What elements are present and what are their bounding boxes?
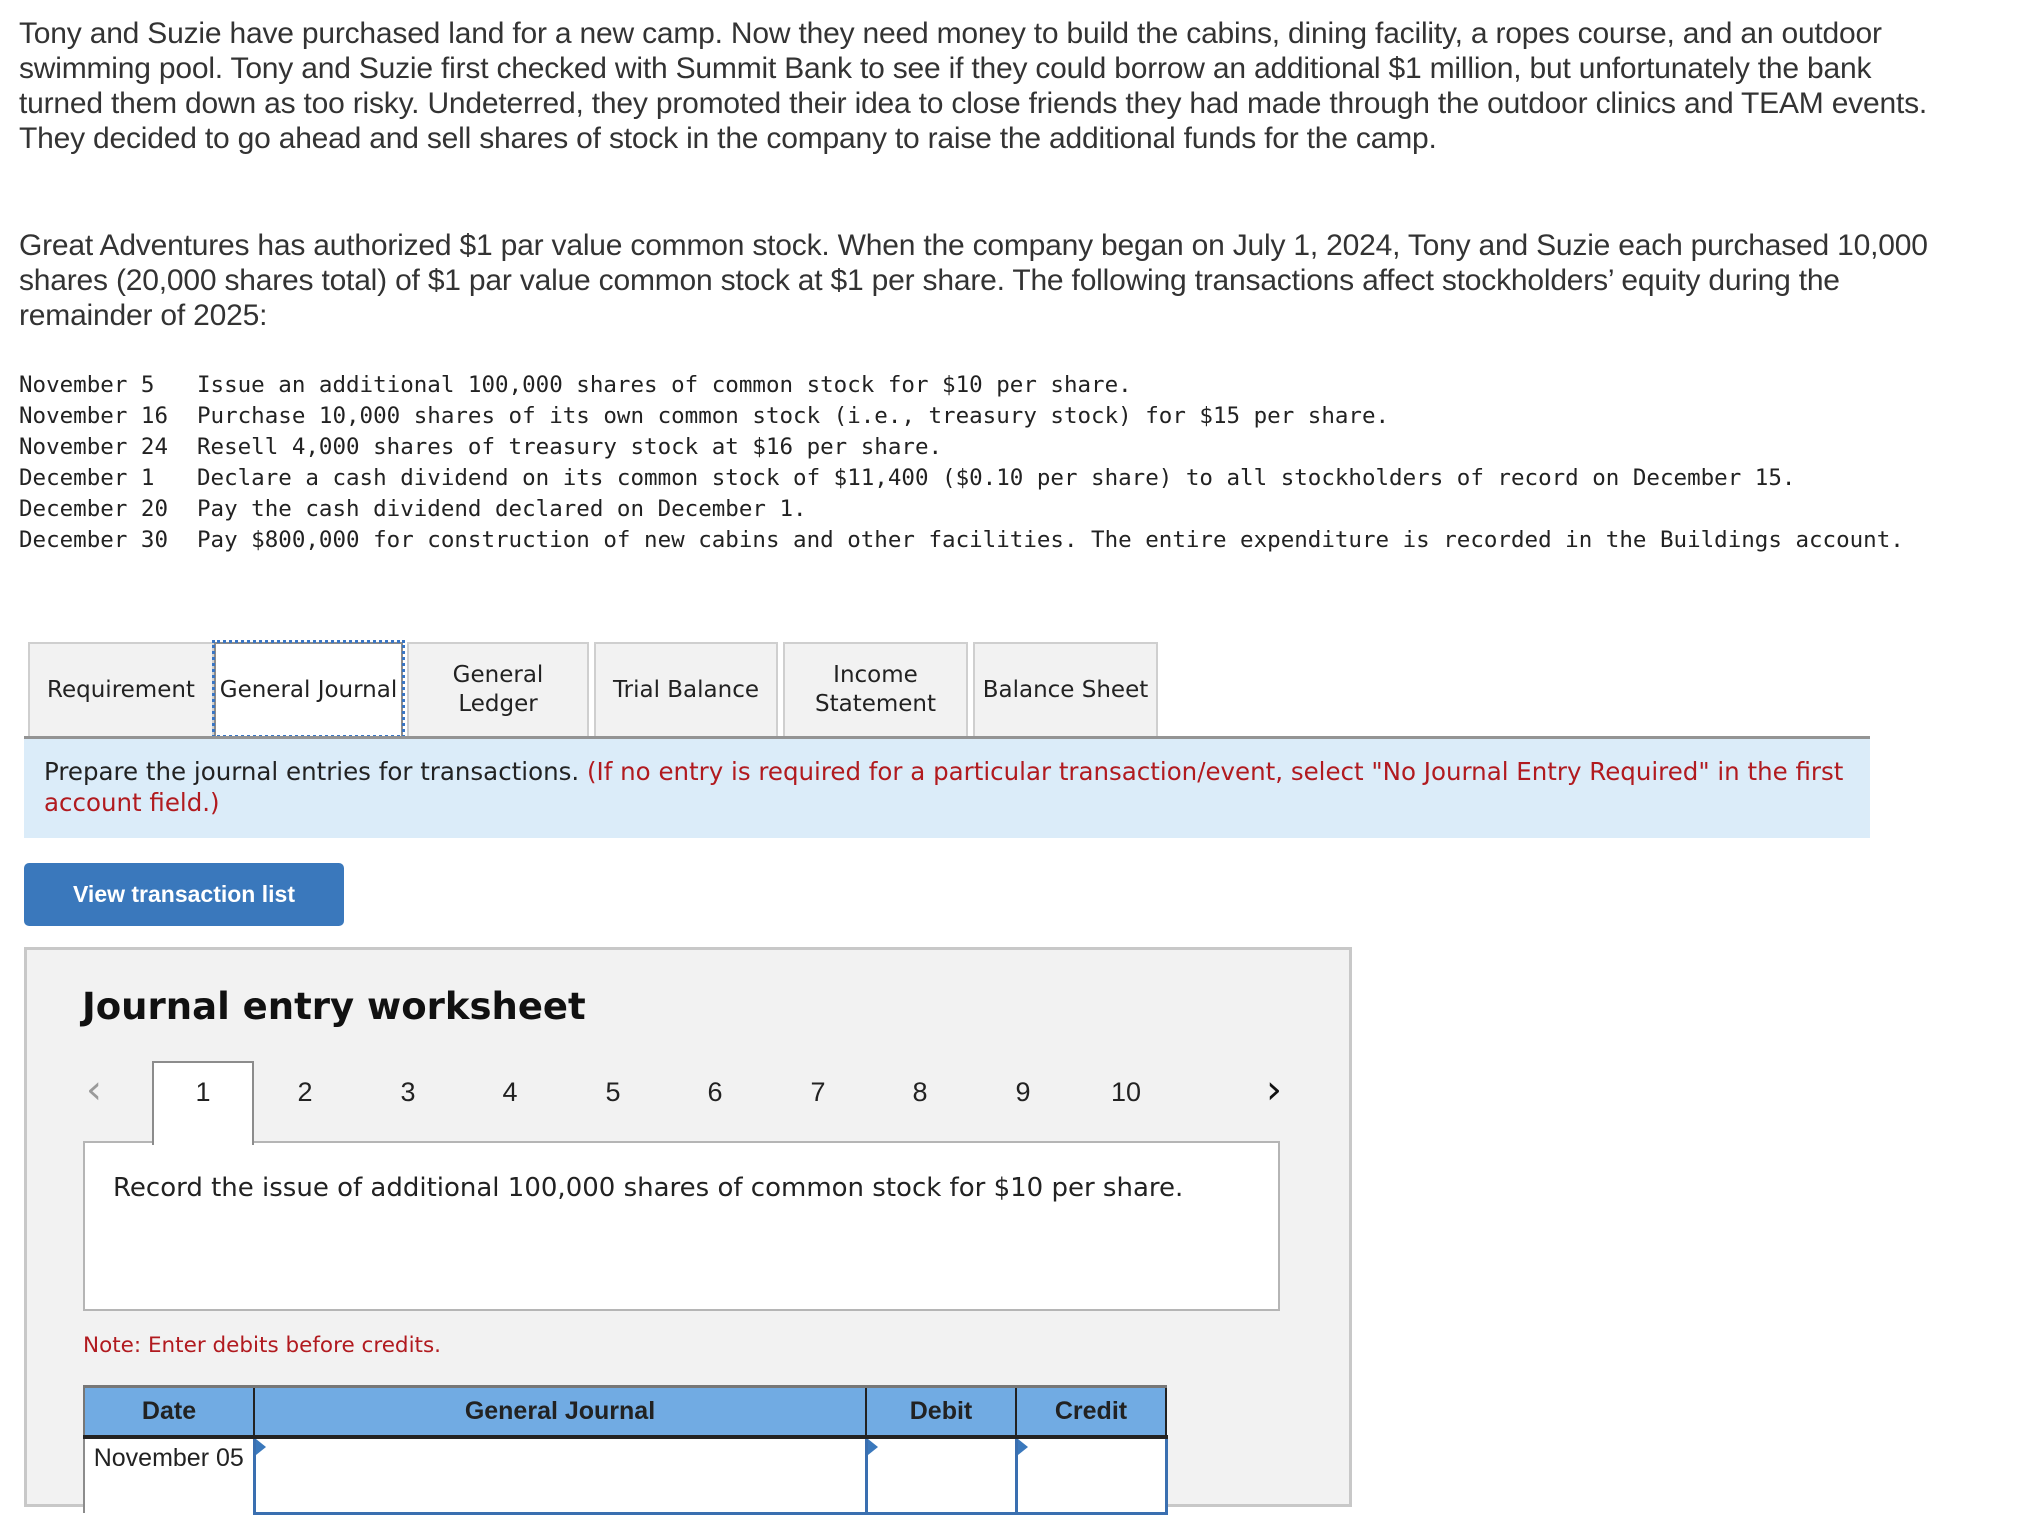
credit-input[interactable] xyxy=(1017,1439,1165,1512)
journal-header-row: Date General Journal Debit Credit xyxy=(83,1385,1167,1439)
tab-requirement[interactable]: Requirement xyxy=(28,642,214,736)
page-tab-7[interactable]: 7 xyxy=(788,1074,848,1110)
page-tab-5[interactable]: 5 xyxy=(583,1074,643,1110)
transaction-row: December 30 Pay $800,000 for constructio… xyxy=(19,525,1917,556)
page-tab-9[interactable]: 9 xyxy=(993,1074,1053,1110)
transaction-description: Pay the cash dividend declared on Decemb… xyxy=(197,496,807,522)
page-tab-1[interactable]: 1 xyxy=(173,1074,233,1110)
transaction-date: December 20 xyxy=(19,496,169,522)
page-tab-6[interactable]: 6 xyxy=(685,1074,745,1110)
transaction-description: Issue an additional 100,000 shares of co… xyxy=(197,372,1132,398)
transaction-date: December 1 xyxy=(19,465,155,491)
entry-date: November 05 xyxy=(83,1437,255,1513)
transaction-row: November 5 Issue an additional 100,000 s… xyxy=(19,370,1917,401)
transaction-row: November 16 Purchase 10,000 shares of it… xyxy=(19,401,1917,432)
transaction-date: December 30 xyxy=(19,527,169,553)
transaction-date: November 24 xyxy=(19,434,169,460)
instruction-text: Prepare the journal entries for transact… xyxy=(44,757,587,786)
transaction-description: Resell 4,000 shares of treasury stock at… xyxy=(197,434,943,460)
input-marker-icon xyxy=(867,1439,878,1455)
journal-table: Date General Journal Debit Credit Novemb… xyxy=(83,1385,1168,1515)
transaction-row: December 1 Declare a cash dividend on it… xyxy=(19,463,1917,494)
page-tab-4[interactable]: 4 xyxy=(480,1074,540,1110)
dropdown-marker-icon xyxy=(255,1439,266,1455)
header-debit: Debit xyxy=(865,1385,1017,1439)
worksheet-title: Journal entry worksheet xyxy=(82,985,586,1028)
header-general-journal: General Journal xyxy=(253,1385,867,1439)
page-tab-2[interactable]: 2 xyxy=(275,1074,335,1110)
table-row: November 05 xyxy=(83,1435,1168,1515)
instruction-banner: Prepare the journal entries for transact… xyxy=(24,736,1870,838)
tab-balance-sheet[interactable]: Balance Sheet xyxy=(973,642,1158,736)
transaction-description: Purchase 10,000 shares of its own common… xyxy=(197,403,1390,429)
tab-income-statement[interactable]: Income Statement xyxy=(783,642,968,736)
transaction-date: November 5 xyxy=(19,372,155,398)
page-tab-8[interactable]: 8 xyxy=(890,1074,950,1110)
debit-input[interactable] xyxy=(867,1439,1015,1512)
requirement-tabs: Requirement General Journal General Ledg… xyxy=(28,640,1163,738)
problem-paragraph-2: Great Adventures has authorized $1 par v… xyxy=(19,229,1928,332)
page-tab-10[interactable]: 10 xyxy=(1096,1074,1156,1110)
transaction-date: November 16 xyxy=(19,403,169,429)
problem-paragraph-1: Tony and Suzie have purchased land for a… xyxy=(19,17,1928,155)
debits-note: Note: Enter debits before credits. xyxy=(83,1333,442,1358)
debit-cell[interactable] xyxy=(864,1435,1018,1515)
view-transaction-list-button[interactable]: View transaction list xyxy=(24,863,344,926)
chevron-left-icon[interactable]: ‹ xyxy=(86,1070,102,1110)
chevron-right-icon[interactable]: › xyxy=(1266,1070,1282,1110)
tab-general-journal[interactable]: General Journal xyxy=(212,640,405,738)
transaction-row: November 24 Resell 4,000 shares of treas… xyxy=(19,432,1917,463)
credit-cell[interactable] xyxy=(1014,1435,1168,1515)
transaction-description: Pay $800,000 for construction of new cab… xyxy=(197,527,1904,553)
header-date: Date xyxy=(83,1385,255,1439)
tab-general-ledger[interactable]: General Ledger xyxy=(407,642,589,736)
transaction-row: December 20 Pay the cash dividend declar… xyxy=(19,494,1917,525)
tab-trial-balance[interactable]: Trial Balance xyxy=(594,642,778,736)
page-tab-3[interactable]: 3 xyxy=(378,1074,438,1110)
header-credit: Credit xyxy=(1015,1385,1167,1439)
transaction-description: Declare a cash dividend on its common st… xyxy=(197,465,1796,491)
account-input[interactable] xyxy=(255,1439,865,1512)
account-cell[interactable] xyxy=(252,1435,868,1515)
transaction-list: November 5 Issue an additional 100,000 s… xyxy=(19,370,1917,556)
transaction-prompt: Record the issue of additional 100,000 s… xyxy=(83,1141,1280,1311)
input-marker-icon xyxy=(1017,1439,1028,1455)
